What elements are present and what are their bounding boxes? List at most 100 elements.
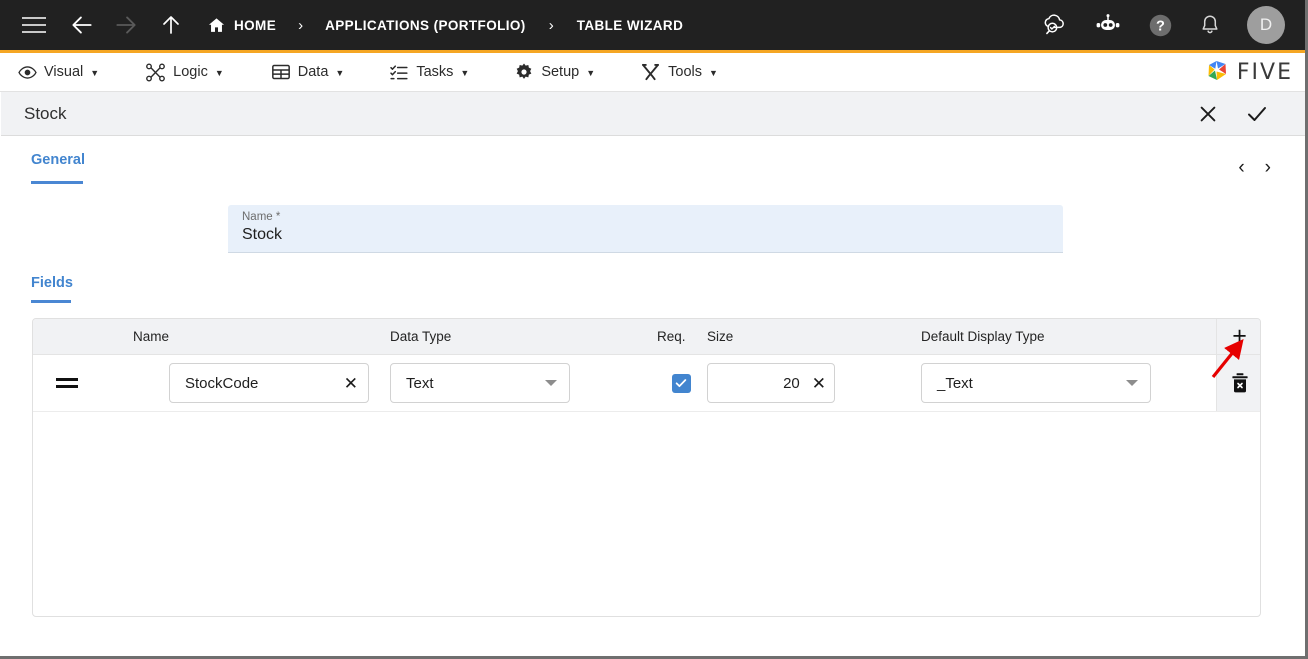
tab-fields[interactable]: Fields	[31, 275, 73, 291]
cloud-deploy-button[interactable]	[1040, 12, 1068, 38]
check-icon	[1248, 106, 1266, 121]
form-header-bar: Stock	[1, 92, 1305, 136]
record-pager: ‹ ›	[1238, 158, 1271, 177]
cell-field-name: StockCode ✕	[101, 363, 386, 403]
menu-visual[interactable]: Visual ▼	[18, 63, 99, 82]
logic-nodes-icon	[146, 63, 166, 81]
fields-table-header: Name Data Type Req. Size Default Display…	[33, 319, 1260, 355]
chevron-down-icon: ▼	[214, 68, 224, 78]
breadcrumb-separator-1: ›	[298, 16, 304, 34]
chevron-down-icon: ▼	[90, 68, 100, 78]
drag-handle-icon	[56, 377, 78, 389]
notifications-bell-icon	[1202, 15, 1218, 34]
close-button[interactable]	[1197, 103, 1219, 125]
table-grid-icon	[271, 64, 290, 80]
menu-setup-label: Setup	[541, 64, 580, 80]
clear-size-icon[interactable]: ✕	[812, 375, 826, 392]
menu-tools[interactable]: Tools ▼	[640, 62, 718, 82]
menu-tasks-label: Tasks	[416, 64, 454, 80]
tab-general[interactable]: General	[31, 152, 85, 168]
breadcrumb-separator-2: ›	[548, 16, 554, 34]
column-header-req: Req.	[657, 329, 686, 344]
robot-assistant-icon	[1096, 14, 1120, 30]
application-window: HOME › APPLICATIONS (PORTFOLIO) › TABLE …	[0, 0, 1308, 659]
breadcrumb-item-applications[interactable]: APPLICATIONS (PORTFOLIO)	[325, 18, 526, 33]
assistant-button[interactable]	[1093, 13, 1123, 37]
menu-logic[interactable]: Logic ▼	[145, 63, 224, 82]
arrow-right-icon	[116, 16, 136, 34]
arrow-up-icon	[163, 16, 179, 34]
close-icon	[1200, 106, 1216, 121]
tab-general-indicator	[31, 181, 83, 184]
check-icon	[675, 379, 687, 388]
tools-cross-icon	[642, 63, 660, 81]
data-type-select[interactable]: Text	[390, 363, 570, 403]
back-button[interactable]	[69, 12, 95, 38]
home-icon	[208, 17, 225, 32]
add-field-button[interactable]: +	[1216, 319, 1260, 354]
chevron-down-icon: ▼	[709, 68, 718, 78]
column-header-size: Size	[707, 329, 734, 344]
name-field-value: Stock	[242, 226, 283, 243]
avatar-initial: D	[1259, 15, 1273, 34]
cell-data-type: Text	[386, 363, 657, 403]
brand-name: FIVE	[1236, 59, 1293, 85]
brand-logo: FIVE	[1203, 59, 1293, 85]
gear-icon	[516, 63, 532, 79]
menu-visual-label: Visual	[44, 64, 84, 80]
checklist-icon	[390, 65, 408, 80]
help-button[interactable]: ?	[1148, 13, 1173, 38]
up-button[interactable]	[159, 13, 183, 37]
forward-button[interactable]	[113, 12, 139, 38]
clear-field-name-icon[interactable]: ✕	[344, 375, 358, 392]
name-field[interactable]: Name * Stock	[228, 205, 1063, 253]
topbar-actions: ? D	[1040, 6, 1285, 44]
column-header-data-type: Data Type	[390, 329, 452, 344]
help-icon: ?	[1149, 14, 1172, 36]
chevron-down-icon: ▼	[460, 68, 470, 78]
field-name-input[interactable]: StockCode ✕	[169, 363, 369, 403]
fields-tab-group: Fields	[31, 275, 73, 303]
breadcrumb-item-table-wizard[interactable]: TABLE WIZARD	[577, 18, 684, 33]
form-content: General ‹ › Name * Stock Fields Name Dat…	[1, 136, 1305, 656]
previous-record-button[interactable]: ‹	[1238, 158, 1244, 177]
svg-text:?: ?	[1156, 18, 1165, 34]
menu-logic-label: Logic	[173, 64, 208, 80]
five-pinwheel-logo-icon	[1208, 61, 1226, 80]
row-drag-handle[interactable]	[33, 377, 101, 389]
chevron-down-icon	[1126, 380, 1138, 386]
cell-size: 20 ✕	[705, 363, 920, 403]
delete-field-button[interactable]	[1216, 355, 1260, 411]
save-button[interactable]	[1245, 102, 1269, 126]
breadcrumb-label-home: HOME	[234, 17, 277, 33]
cloud-check-search-icon	[1044, 14, 1064, 35]
display-type-value: _Text	[937, 374, 973, 392]
cell-required	[657, 373, 705, 393]
arrow-left-icon	[72, 16, 92, 34]
plus-icon: +	[1232, 322, 1247, 350]
next-record-button[interactable]: ›	[1265, 158, 1271, 177]
chevron-down-icon: ▼	[586, 68, 596, 78]
chevron-down-icon	[545, 380, 557, 386]
form-header-actions	[1197, 102, 1269, 126]
general-tab-row: General ‹ ›	[1, 136, 1305, 186]
size-input[interactable]: 20 ✕	[707, 363, 835, 403]
fields-table: Name Data Type Req. Size Default Display…	[32, 318, 1261, 617]
page-title: Stock	[24, 103, 67, 123]
breadcrumb-item-home[interactable]: HOME	[207, 16, 276, 35]
size-value: 20	[783, 374, 800, 392]
menu-setup[interactable]: Setup ▼	[514, 62, 595, 82]
tab-fields-indicator	[31, 300, 71, 303]
trash-icon	[1231, 373, 1248, 393]
required-checkbox[interactable]	[671, 373, 691, 393]
table-row: StockCode ✕ Text 20 ✕ _Text	[33, 355, 1260, 412]
menu-data[interactable]: Data ▼	[271, 62, 345, 82]
eye-icon	[18, 65, 37, 79]
hamburger-menu-button[interactable]	[22, 17, 46, 33]
display-type-select[interactable]: _Text	[921, 363, 1151, 403]
notifications-button[interactable]	[1198, 13, 1222, 37]
top-navigation-bar: HOME › APPLICATIONS (PORTFOLIO) › TABLE …	[0, 0, 1305, 53]
user-avatar[interactable]: D	[1247, 6, 1285, 44]
menu-tasks[interactable]: Tasks ▼	[389, 62, 469, 82]
chevron-down-icon: ▼	[335, 68, 345, 78]
